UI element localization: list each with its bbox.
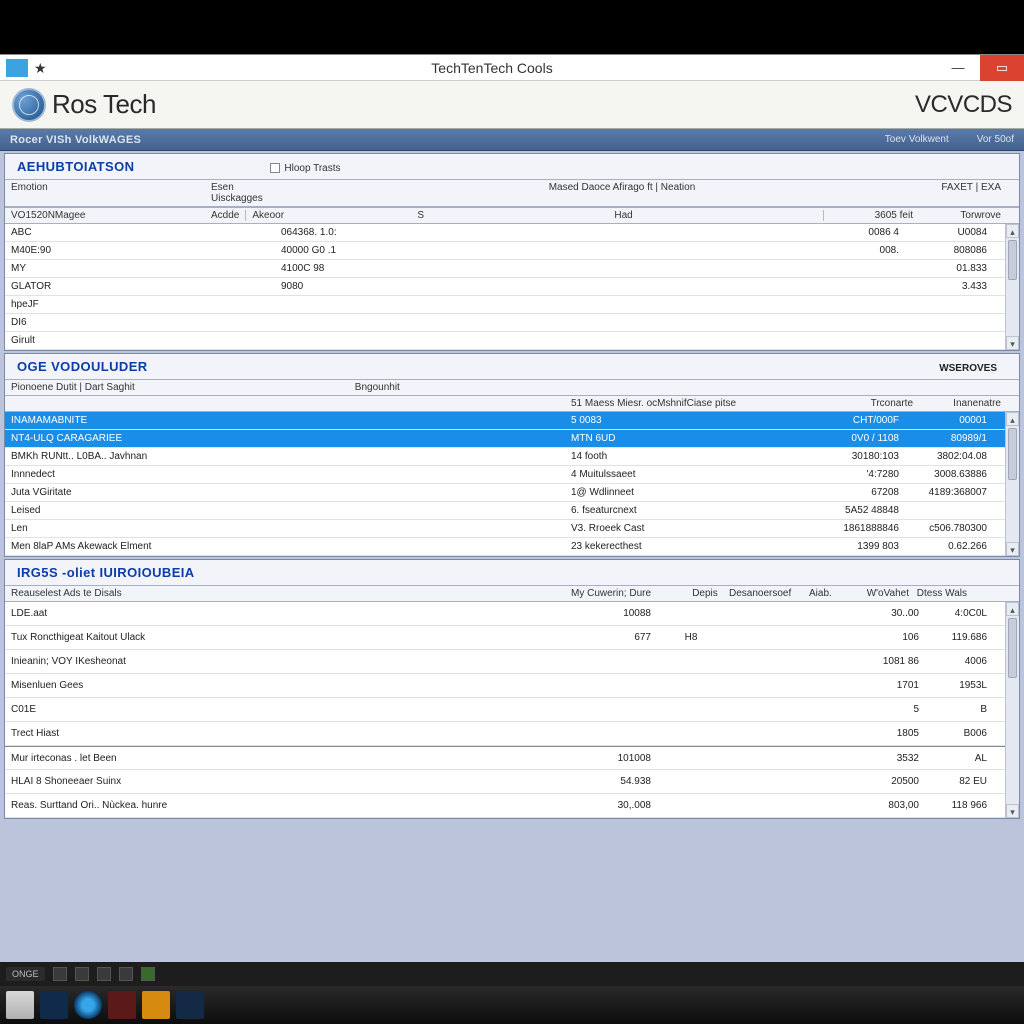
table-row[interactable]: MY4100C 9801.833: [5, 260, 1005, 278]
p2-subhdr: Pionoene Dutit | Dart Saghit: [11, 382, 135, 393]
table-row[interactable]: DI6: [5, 314, 1005, 332]
p3-col-my: My Cuwerin; Dure: [571, 588, 681, 599]
status-icon-5[interactable]: [141, 967, 155, 981]
taskbar: [0, 986, 1024, 1024]
table-row[interactable]: HLAI 8 Shoneeaer Suinx54.9382050082 EU: [5, 770, 1005, 794]
status-chip[interactable]: ONGE: [6, 967, 45, 981]
p1-col-mmr: Mased Daoce Afirago ft | Neation: [421, 182, 823, 204]
table-row[interactable]: M40E:9040000 G0 .1008.808086: [5, 242, 1005, 260]
panel1-scrollbar[interactable]: ▴ ▾: [1005, 224, 1019, 350]
panel-modules: OGE VODOULUDER WSEROVES Pionoene Dutit |…: [4, 353, 1020, 557]
status-icon-1[interactable]: [53, 967, 67, 981]
taskbar-icon-1[interactable]: [6, 991, 34, 1019]
taskbar-icon-4[interactable]: [108, 991, 136, 1019]
p1-col-faxet: FAXET | EXA: [913, 182, 1013, 204]
table-row[interactable]: Innnedect4 Muitulssaeet'4:72803008.63886: [5, 466, 1005, 484]
panel-registration: AEHUBTOIATSON Hloop Trasts Emotion Esen …: [4, 153, 1020, 351]
window-title: TechTenTech Cools: [48, 60, 936, 76]
table-row[interactable]: LenV3. Rroeek Cast1861888846c506.780300: [5, 520, 1005, 538]
panel2-title: OGE VODOULUDER: [11, 356, 154, 377]
status-icon-4[interactable]: [119, 967, 133, 981]
p2-col-tc: Trconarte: [803, 398, 913, 409]
p1-sub-s: S: [284, 210, 424, 221]
table-row[interactable]: Men 8laP AMs Akewack Elment23 kekerecthe…: [5, 538, 1005, 556]
table-row[interactable]: Leised6. fseaturcnext5A52 48848: [5, 502, 1005, 520]
table-row[interactable]: Tux Roncthigeat Kaitout Ulack677H8106119…: [5, 626, 1005, 650]
titlebar: ★ TechTenTech Cools — ▭: [0, 55, 1024, 81]
panel2-right-label: WSEROVES: [154, 363, 1013, 374]
table-row[interactable]: BMKh RUNtt.. L0BA.. Javhnan14 footh30180…: [5, 448, 1005, 466]
scroll-up-icon[interactable]: ▴: [1006, 412, 1019, 426]
p1-col-akeor[interactable]: Akeoor: [252, 210, 284, 221]
taskbar-icon-2[interactable]: [40, 991, 68, 1019]
minimize-button[interactable]: —: [936, 55, 980, 81]
tab-indicator-icon: [6, 59, 28, 77]
p3-col-aiab: Aiab.: [809, 588, 849, 599]
taskbar-icon-6[interactable]: [176, 991, 204, 1019]
p1-col-emotion: Emotion: [11, 182, 211, 204]
star-icon[interactable]: ★: [34, 61, 48, 75]
table-row[interactable]: ABC064368. 1.0:0086 4U0084: [5, 224, 1005, 242]
p3-col-desa: Desanoersoef: [729, 588, 809, 599]
p3-subhdr: Reauselest Ads te Disals: [11, 588, 571, 599]
table-row[interactable]: C01E5B: [5, 698, 1005, 722]
p3-col-dep: Depis: [681, 588, 729, 599]
app-name: Ros Tech: [52, 89, 156, 120]
taskbar-icon-3[interactable]: [74, 991, 102, 1019]
panel1-chk-label: Hloop Trasts: [284, 163, 340, 174]
panel3-title: IRG5S -oliet IUIROIOUBEIA: [11, 562, 201, 583]
close-button[interactable]: ▭: [980, 55, 1024, 81]
taskbar-icon-5[interactable]: [142, 991, 170, 1019]
app-header: Ros Tech VCVCDS: [0, 81, 1024, 129]
table-row[interactable]: Trect Hiast1805B006: [5, 722, 1005, 746]
bluebar-link-1[interactable]: Toev Volkwent: [885, 134, 949, 145]
status-icon-2[interactable]: [75, 967, 89, 981]
table-row[interactable]: hpeJF: [5, 296, 1005, 314]
p1-col-torwore: Torwrove: [913, 210, 1013, 221]
panel1-checkbox[interactable]: [270, 163, 280, 173]
scroll-down-icon[interactable]: ▾: [1006, 336, 1019, 350]
status-strip: ONGE: [0, 962, 1024, 986]
status-icon-3[interactable]: [97, 967, 111, 981]
panel1-title: AEHUBTOIATSON: [11, 156, 140, 177]
panel2-scrollbar[interactable]: ▴ ▾: [1005, 412, 1019, 556]
vw-logo-icon: [12, 88, 46, 122]
table-row[interactable]: Misenluen Gees17011953L: [5, 674, 1005, 698]
table-row[interactable]: GLATOR90803.433: [5, 278, 1005, 296]
p1-col-36ds: 3605 feit: [823, 210, 913, 221]
subheader-bar: Rocer VISh VolkWAGES Toev Volkwent Vor 5…: [0, 129, 1024, 151]
table-row[interactable]: Girult: [5, 332, 1005, 350]
table-row[interactable]: Juta VGiritate1@ Wdlinneet672084189:3680…: [5, 484, 1005, 502]
table-row[interactable]: Reas. Surttand Ori.. Nùckea. hunre30,.00…: [5, 794, 1005, 818]
p1-sub-had: Had: [424, 210, 823, 221]
table-row[interactable]: Mur irteconas . let Been1010083532AL: [5, 746, 1005, 770]
subheader-title: Rocer VISh VolkWAGES: [10, 134, 141, 146]
panel-details: IRG5S -oliet IUIROIOUBEIA Reauselest Ads…: [4, 559, 1020, 819]
table-row[interactable]: LDE.aat1008830..004:0C0L: [5, 602, 1005, 626]
p2-col-desc: 51 Maess Miesr. ocMshnifCiase pitse: [571, 398, 803, 409]
table-row[interactable]: Inieanin; VOY IKesheonat1081 864006: [5, 650, 1005, 674]
p1-col-esen: Esen Uisckagges: [211, 182, 281, 204]
scroll-up-icon[interactable]: ▴: [1006, 602, 1019, 616]
p2-col-ins: Inanenatre: [913, 398, 1013, 409]
app-brand: VCVCDS: [915, 91, 1012, 119]
scroll-down-icon[interactable]: ▾: [1006, 542, 1019, 556]
panel3-scrollbar[interactable]: ▴ ▾: [1005, 602, 1019, 818]
table-row[interactable]: NT4-ULQ CARAGARIEEMTN 6UD0V0 / 110880989…: [5, 430, 1005, 448]
p1-col-vo: VO1520NMagee: [11, 210, 211, 221]
p2-sub-c2: Bngounhit: [355, 382, 400, 393]
bluebar-link-2[interactable]: Vor 50of: [977, 134, 1014, 145]
p1-col-acde[interactable]: Acdde: [211, 210, 246, 221]
scroll-down-icon[interactable]: ▾: [1006, 804, 1019, 818]
table-row[interactable]: INAMAMABNITE5 0083CHT/000F00001: [5, 412, 1005, 430]
p3-col-wov: W'oVahet: [849, 588, 909, 599]
p3-col-dess: Dtess Wals: [909, 588, 979, 599]
scroll-up-icon[interactable]: ▴: [1006, 224, 1019, 238]
